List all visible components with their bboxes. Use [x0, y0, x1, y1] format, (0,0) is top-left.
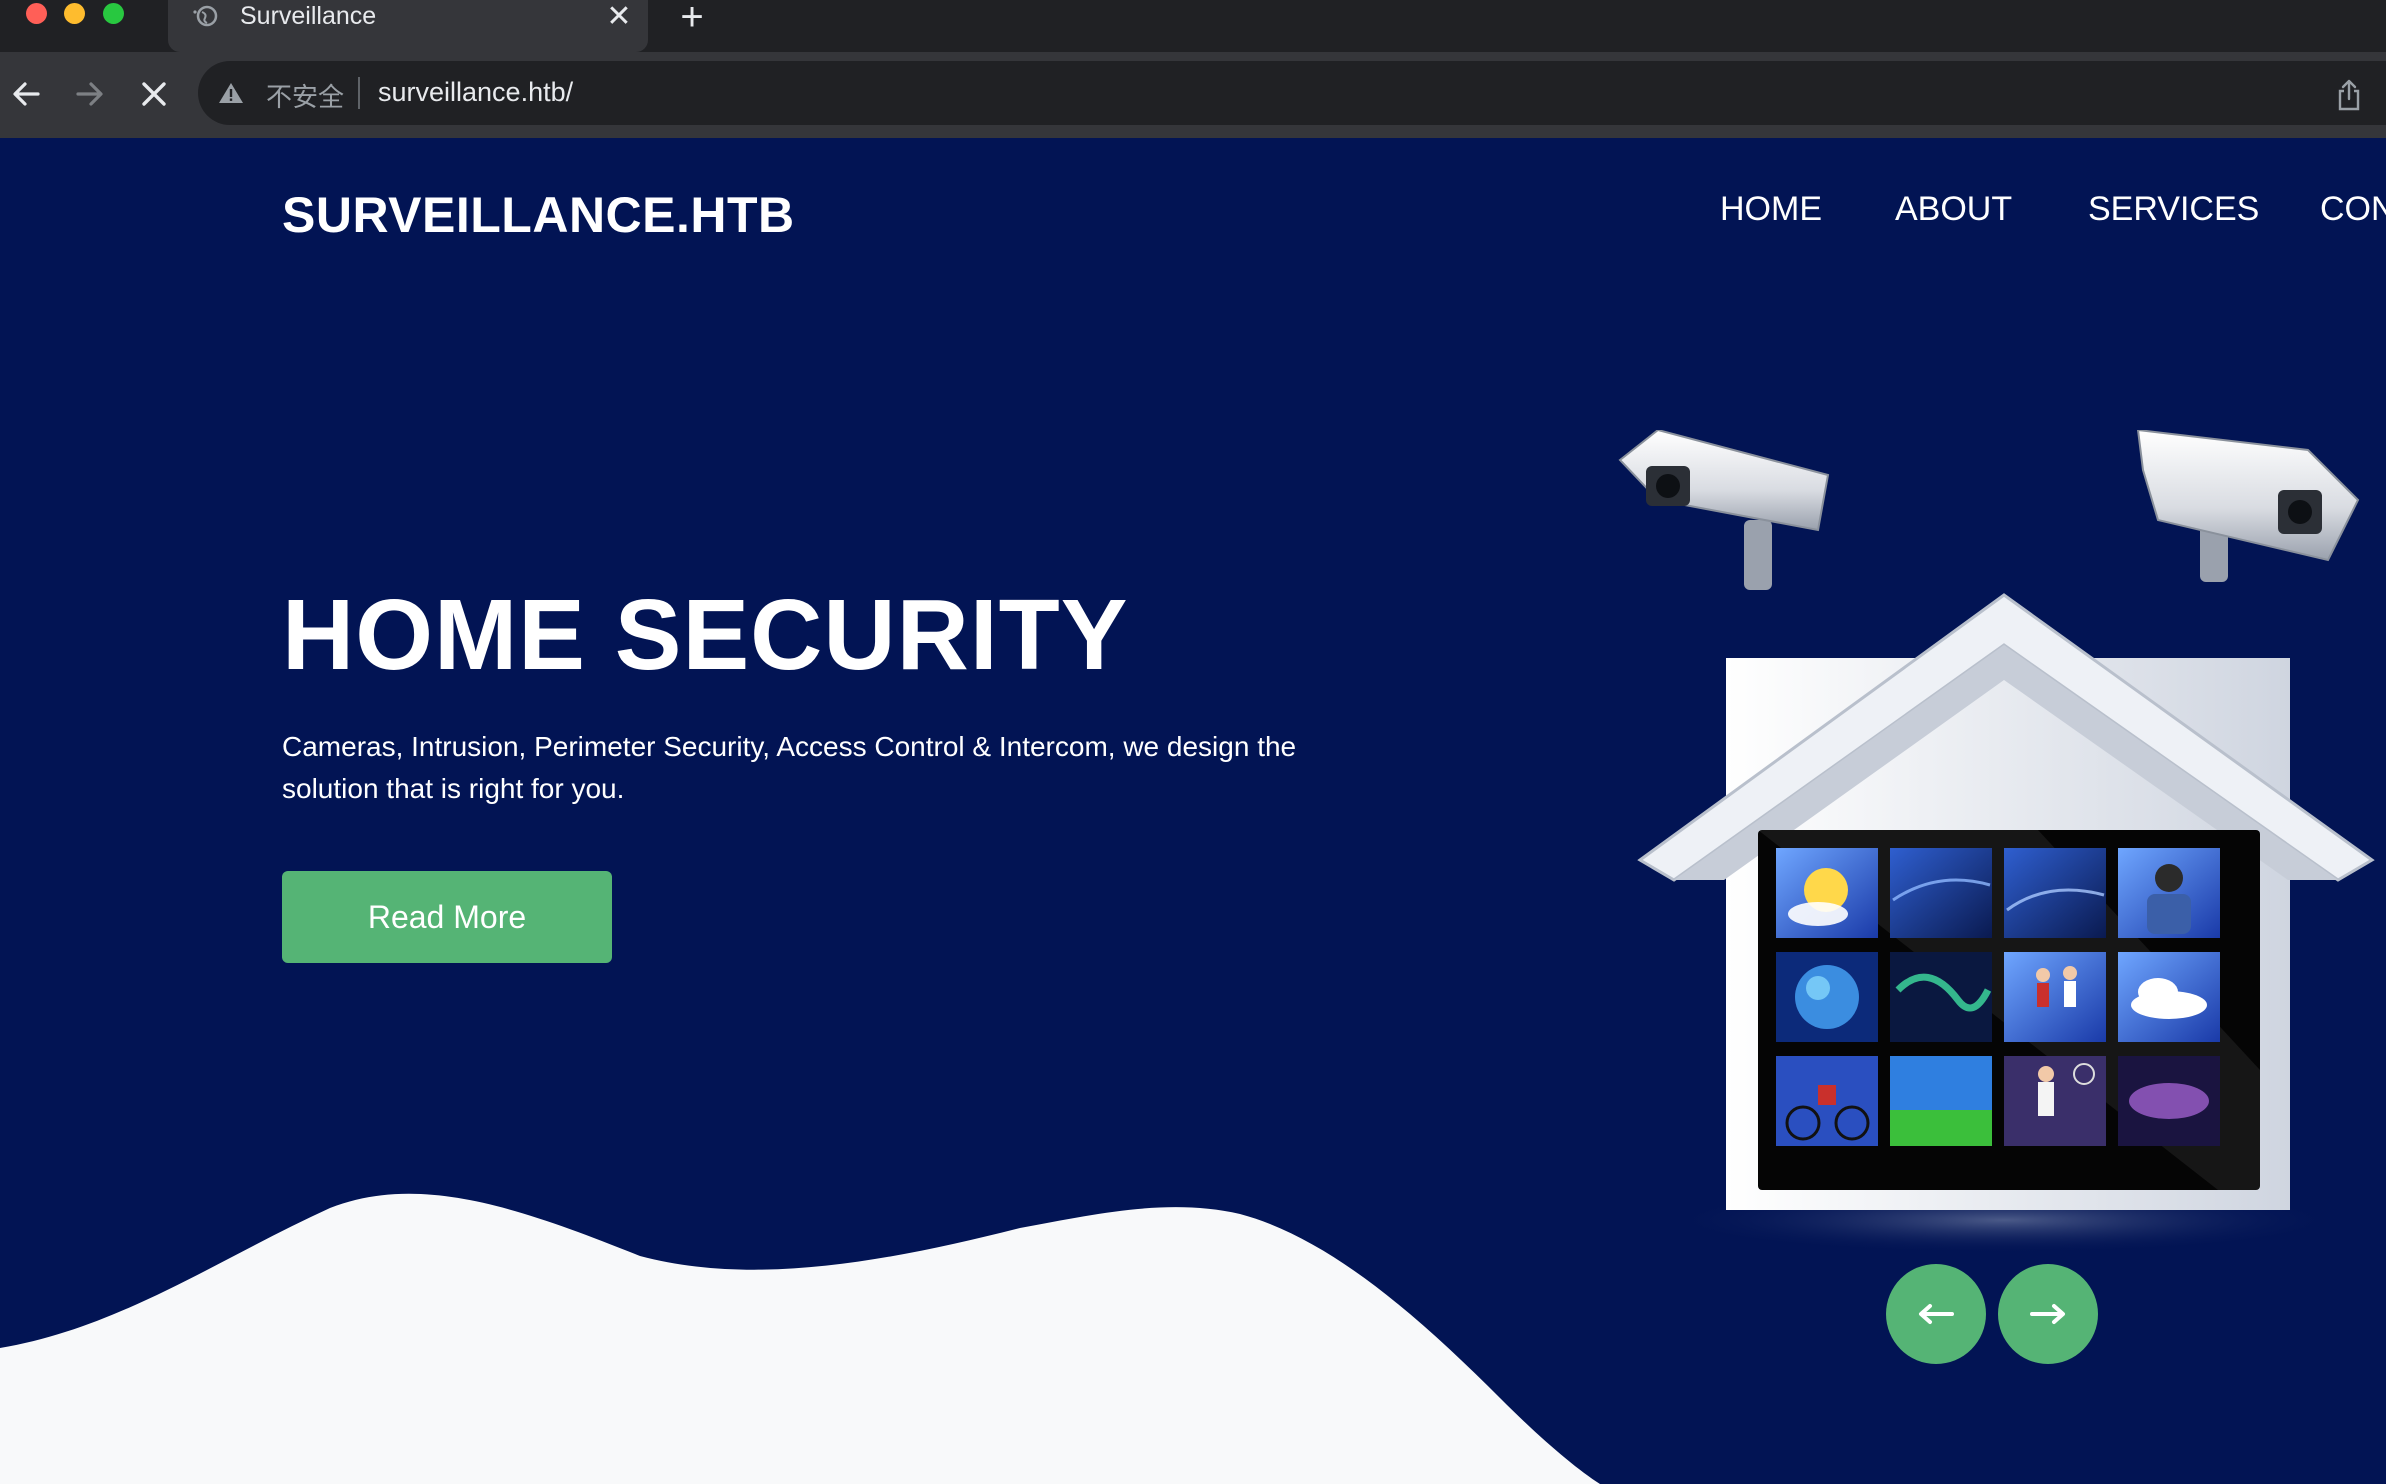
share-icon[interactable] [2336, 79, 2362, 111]
warning-icon [219, 83, 243, 103]
back-button[interactable] [6, 74, 46, 114]
tab-close-button[interactable]: ✕ [604, 2, 634, 32]
carousel-prev-button[interactable] [1886, 1264, 1986, 1364]
carousel-next-button[interactable] [1998, 1264, 2098, 1364]
url-text[interactable]: surveillance.htb/ [378, 77, 573, 108]
house-security-illustration [1618, 430, 2375, 1254]
arrow-right-icon [2030, 1304, 2065, 1324]
new-tab-button[interactable]: + [672, 0, 712, 38]
window-zoom-button[interactable] [103, 3, 124, 24]
address-separator [358, 77, 360, 109]
arrow-right-icon [76, 82, 103, 106]
browser-toolbar: 不安全 surveillance.htb/ [0, 52, 2386, 139]
stop-loading-button[interactable] [134, 74, 174, 114]
browser-tab-bar: Surveillance ✕ + [0, 0, 2386, 52]
browser-tab[interactable]: Surveillance ✕ [168, 0, 648, 52]
arrow-left-icon [13, 82, 40, 106]
security-status[interactable]: 不安全 [266, 77, 344, 114]
web-page: SURVEILLANCE.HTB HOME ABOUT SERVICES CON… [0, 138, 2386, 1484]
window-close-button[interactable] [26, 3, 47, 24]
forward-button[interactable] [70, 74, 110, 114]
tab-title: Surveillance [240, 2, 377, 30]
stop-icon [142, 82, 166, 106]
arrow-left-icon [1919, 1304, 1954, 1324]
window-minimize-button[interactable] [64, 3, 85, 24]
address-bar[interactable]: 不安全 surveillance.htb/ [198, 61, 2386, 125]
globe-icon [193, 5, 218, 27]
